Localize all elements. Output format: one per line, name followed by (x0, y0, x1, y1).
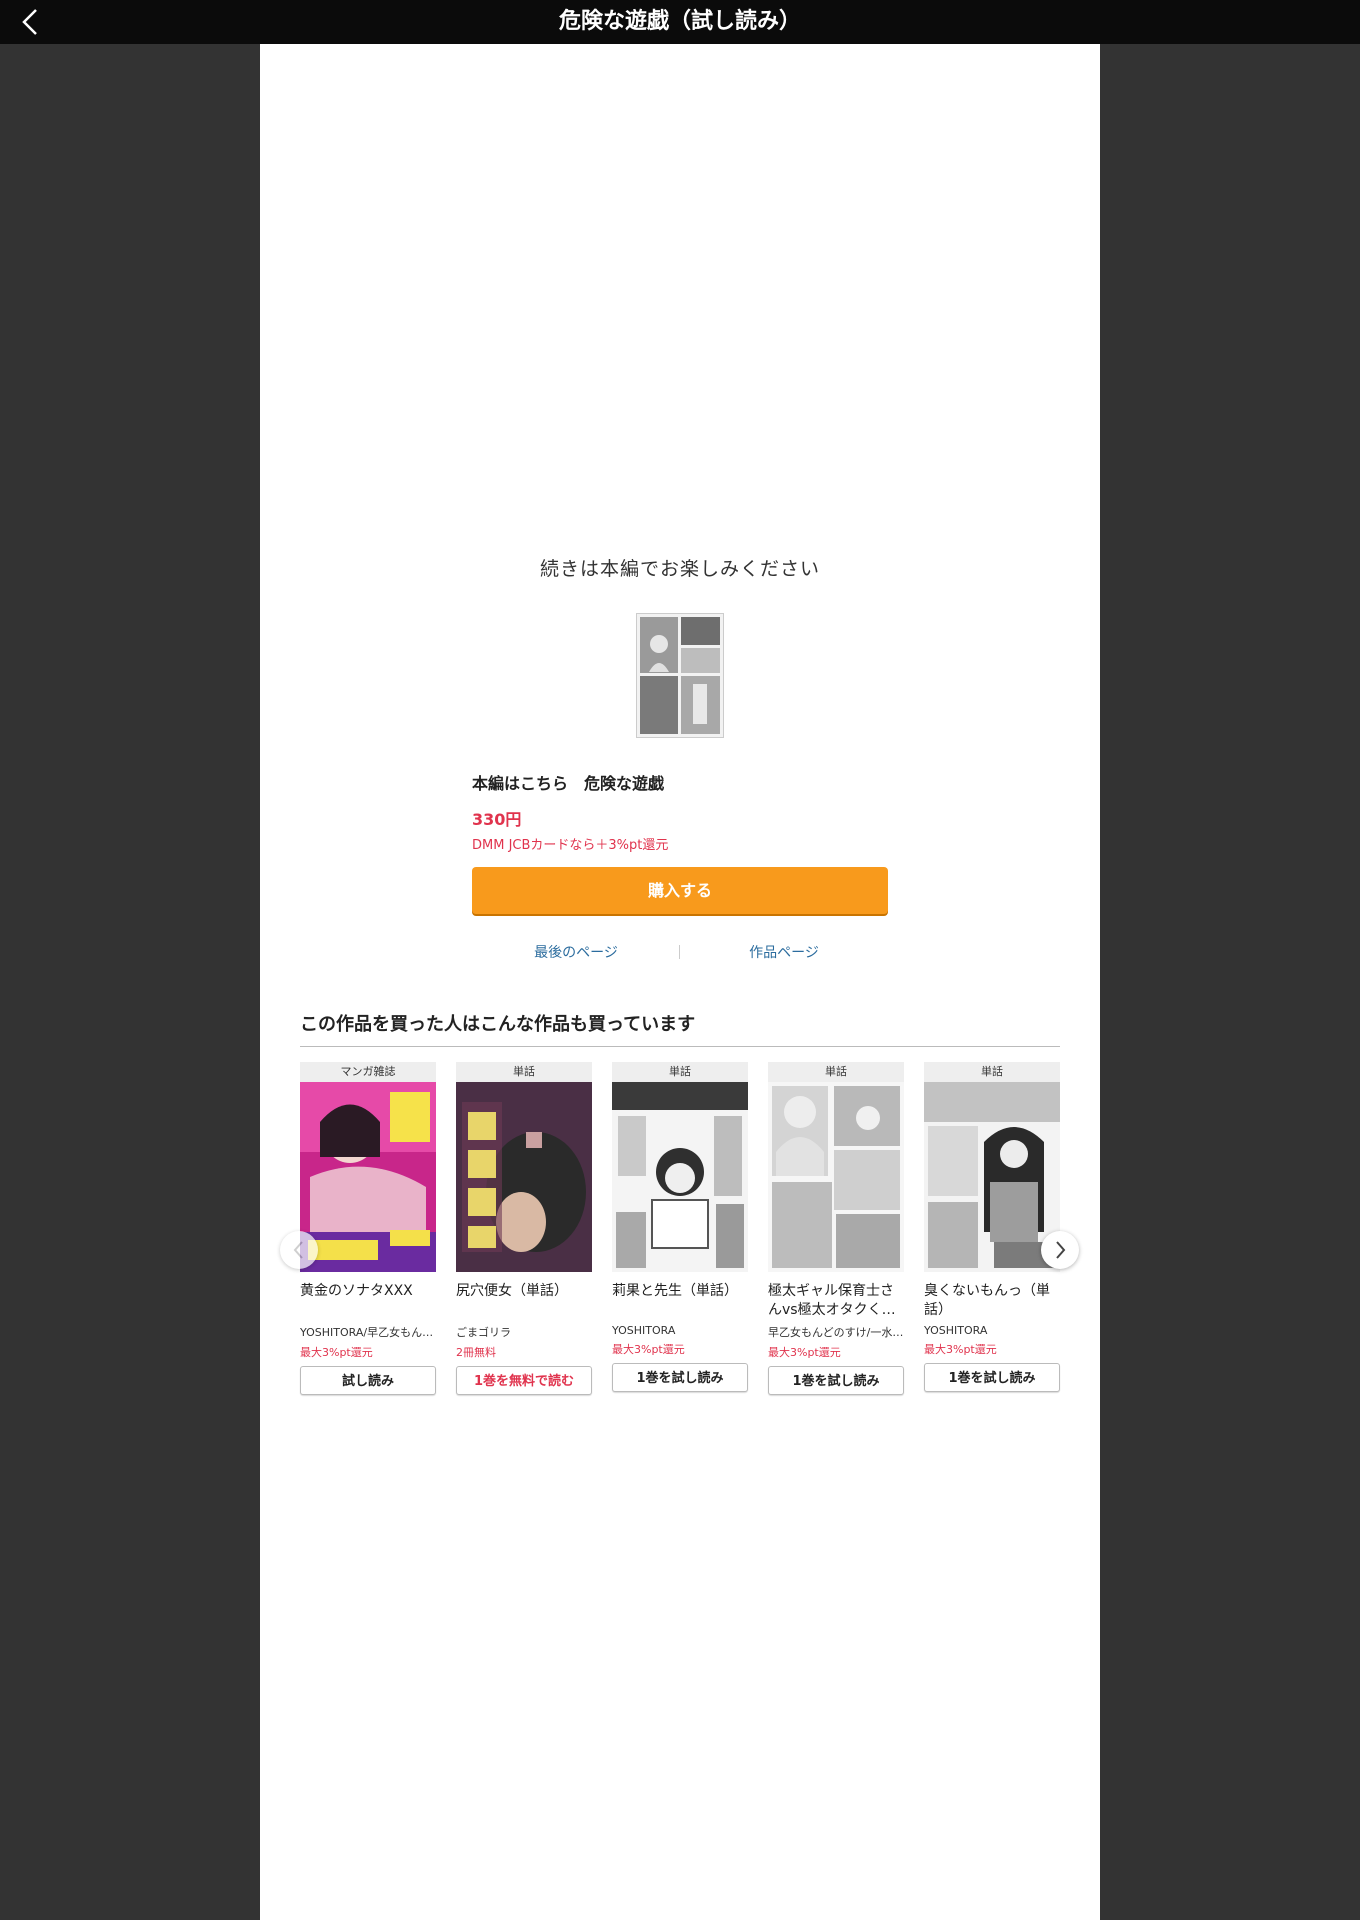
carousel-next-button[interactable] (1041, 1231, 1079, 1269)
recommend-divider (300, 1046, 1060, 1047)
recommend-card: 単話 尻穴便女（単話） ごまゴリラ 2冊無料 1巻を無料で読む (456, 1062, 592, 1395)
card-title[interactable]: 黄金のソナタXXX (300, 1282, 436, 1320)
card-author: YOSHITORA (924, 1324, 988, 1337)
product-name[interactable]: 本編はこちら 危険な遊戯 (472, 770, 888, 794)
cover-image (924, 1082, 1060, 1272)
carousel-prev-button[interactable] (280, 1231, 318, 1269)
recommend-card: 単話 莉果と先生（単話） YOSHITORA 最大3%pt還元 1巻を試し読み (612, 1062, 748, 1392)
card-title[interactable]: 極太ギャル保育士さんvs極太オタクく… (768, 1282, 904, 1320)
category-label: 単話 (768, 1062, 904, 1082)
trial-read-button[interactable]: 試し読み (300, 1366, 436, 1395)
last-page-link[interactable]: 最後のページ (472, 942, 680, 962)
product-cover-image (637, 614, 723, 737)
card-author: YOSHITORA (612, 1324, 676, 1337)
card-cover[interactable] (768, 1082, 904, 1272)
card-title[interactable]: 臭くないもんっ（単話） (924, 1282, 1060, 1320)
card-campaign: 最大3%pt還元 (924, 1343, 997, 1356)
card-author: 早乙女もんどのすけ/一水… (768, 1326, 904, 1339)
trial-read-button[interactable]: 1巻を試し読み (612, 1363, 748, 1392)
recommend-card: 単話 極太ギャル保育士さんvs極太オタクく… 早乙女もんどのすけ/一水… 最大3… (768, 1062, 904, 1395)
viewer-toolbar: 危険な遊戯（試し読み） (0, 0, 1360, 44)
cover-image (300, 1082, 436, 1272)
price: 330円 (472, 810, 522, 829)
card-campaign: 2冊無料 (456, 1346, 496, 1359)
category-label: 単話 (924, 1062, 1060, 1082)
end-card-heading: 続きは本編でお楽しみください (539, 558, 820, 580)
chevron-right-icon (1056, 1241, 1066, 1259)
card-author: ごまゴリラ (456, 1326, 511, 1339)
recommend-carousel: マンガ雑誌 黄金のソナタXXX YOSHITORA/早乙女もん… 最大3%pt還… (300, 1062, 1060, 1422)
trial-read-button[interactable]: 1巻を試し読み (924, 1363, 1060, 1392)
buy-button[interactable]: 購入する (472, 867, 888, 914)
category-label: 単話 (456, 1062, 592, 1082)
card-author: YOSHITORA/早乙女もん… (300, 1326, 434, 1339)
viewer-title: 危険な遊戯（試し読み） (558, 9, 801, 34)
product-page-link[interactable]: 作品ページ (680, 942, 888, 962)
card-cover[interactable] (456, 1082, 592, 1272)
category-label: 単話 (612, 1062, 748, 1082)
card-cover[interactable] (300, 1082, 436, 1272)
recommend-card: 単話 臭くないもんっ（単話） YOSHITORA 最大3%pt還元 1巻を試し読… (924, 1062, 1060, 1392)
recommend-card: マンガ雑誌 黄金のソナタXXX YOSHITORA/早乙女もん… 最大3%pt還… (300, 1062, 436, 1395)
recommend-title: この作品を買った人はこんな作品も買っています (300, 1014, 696, 1035)
card-title[interactable]: 尻穴便女（単話） (456, 1282, 592, 1320)
free-read-button[interactable]: 1巻を無料で読む (456, 1366, 592, 1395)
card-cover[interactable] (612, 1082, 748, 1272)
cover-image (456, 1082, 592, 1272)
chevron-left-icon (293, 1241, 303, 1259)
card-cover[interactable] (924, 1082, 1060, 1272)
card-campaign: 最大3%pt還元 (300, 1346, 373, 1359)
product-info: 本編はこちら 危険な遊戯 330円 DMM JCBカードなら＋3%pt還元 (472, 770, 888, 853)
trial-end-page: 続きは本編でお楽しみください 本編はこちら 危険な遊戯 330円 DMM JCB… (260, 44, 1100, 1920)
card-title[interactable]: 莉果と先生（単話） (612, 1282, 748, 1320)
product-cover[interactable] (636, 613, 724, 738)
category-label: マンガ雑誌 (300, 1062, 436, 1082)
card-campaign: 最大3%pt還元 (768, 1346, 841, 1359)
cover-image (612, 1082, 748, 1272)
cover-image (768, 1082, 904, 1272)
card-campaign: 最大3%pt還元 (612, 1343, 685, 1356)
end-links: 最後のページ 作品ページ (472, 942, 888, 964)
campaign-text: DMM JCBカードなら＋3%pt還元 (472, 838, 669, 853)
trial-read-button[interactable]: 1巻を試し読み (768, 1366, 904, 1395)
